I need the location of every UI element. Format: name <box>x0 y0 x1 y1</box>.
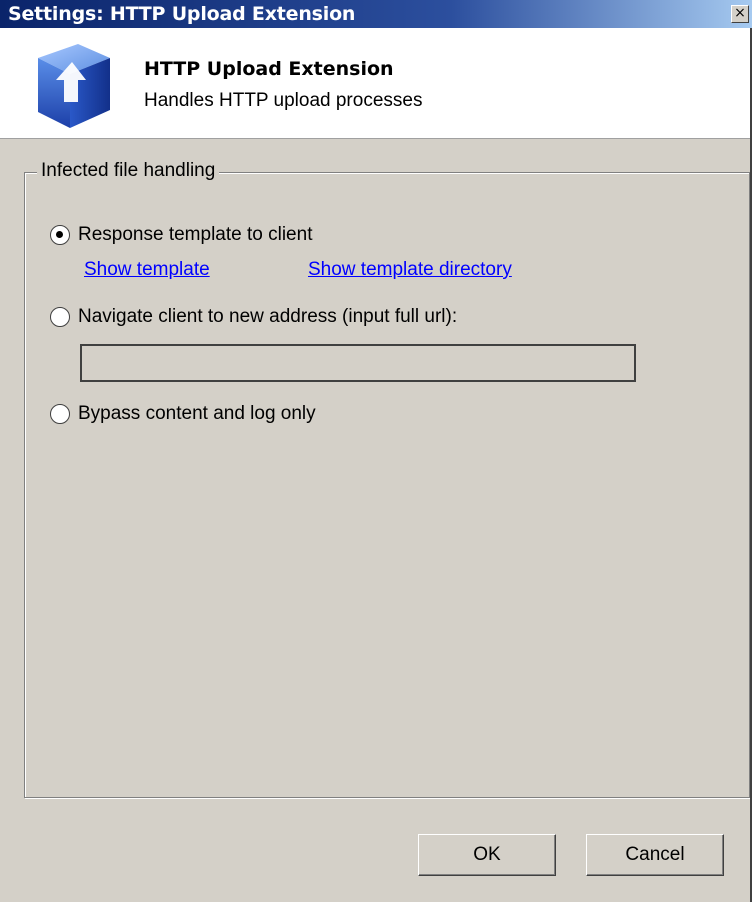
radio-response-template[interactable] <box>50 225 70 245</box>
radio-bypass-content[interactable] <box>50 404 70 424</box>
option-navigate-client[interactable]: Navigate client to new address (input fu… <box>50 306 457 328</box>
radio-navigate-client[interactable] <box>50 307 70 327</box>
close-icon: × <box>734 5 746 21</box>
close-button[interactable]: × <box>731 5 749 23</box>
option-response-template[interactable]: Response template to client <box>50 224 312 246</box>
option-bypass-content[interactable]: Bypass content and log only <box>50 403 316 425</box>
group-legend: Infected file handling <box>37 160 220 182</box>
url-input[interactable] <box>80 344 636 382</box>
radio-label-navigate-client: Navigate client to new address (input fu… <box>78 306 458 327</box>
ok-button[interactable]: OK <box>418 834 556 876</box>
header-subtitle: Handles HTTP upload processes <box>144 90 423 111</box>
blue-cube-upload-arrow-icon <box>38 44 110 128</box>
radio-label-response-template: Response template to client <box>78 224 313 245</box>
header-panel: HTTP Upload Extension Handles HTTP uploa… <box>0 28 752 139</box>
cancel-button[interactable]: Cancel <box>586 834 724 876</box>
radio-label-bypass-content: Bypass content and log only <box>78 403 316 424</box>
window-title: Settings: HTTP Upload Extension <box>8 3 356 25</box>
title-bar[interactable]: Settings: HTTP Upload Extension × <box>0 0 752 28</box>
show-template-link[interactable]: Show template <box>84 259 210 281</box>
header-title: HTTP Upload Extension <box>144 58 394 80</box>
show-template-directory-link[interactable]: Show template directory <box>308 259 512 281</box>
settings-dialog: Settings: HTTP Upload Extension × HTTP U… <box>0 0 752 902</box>
